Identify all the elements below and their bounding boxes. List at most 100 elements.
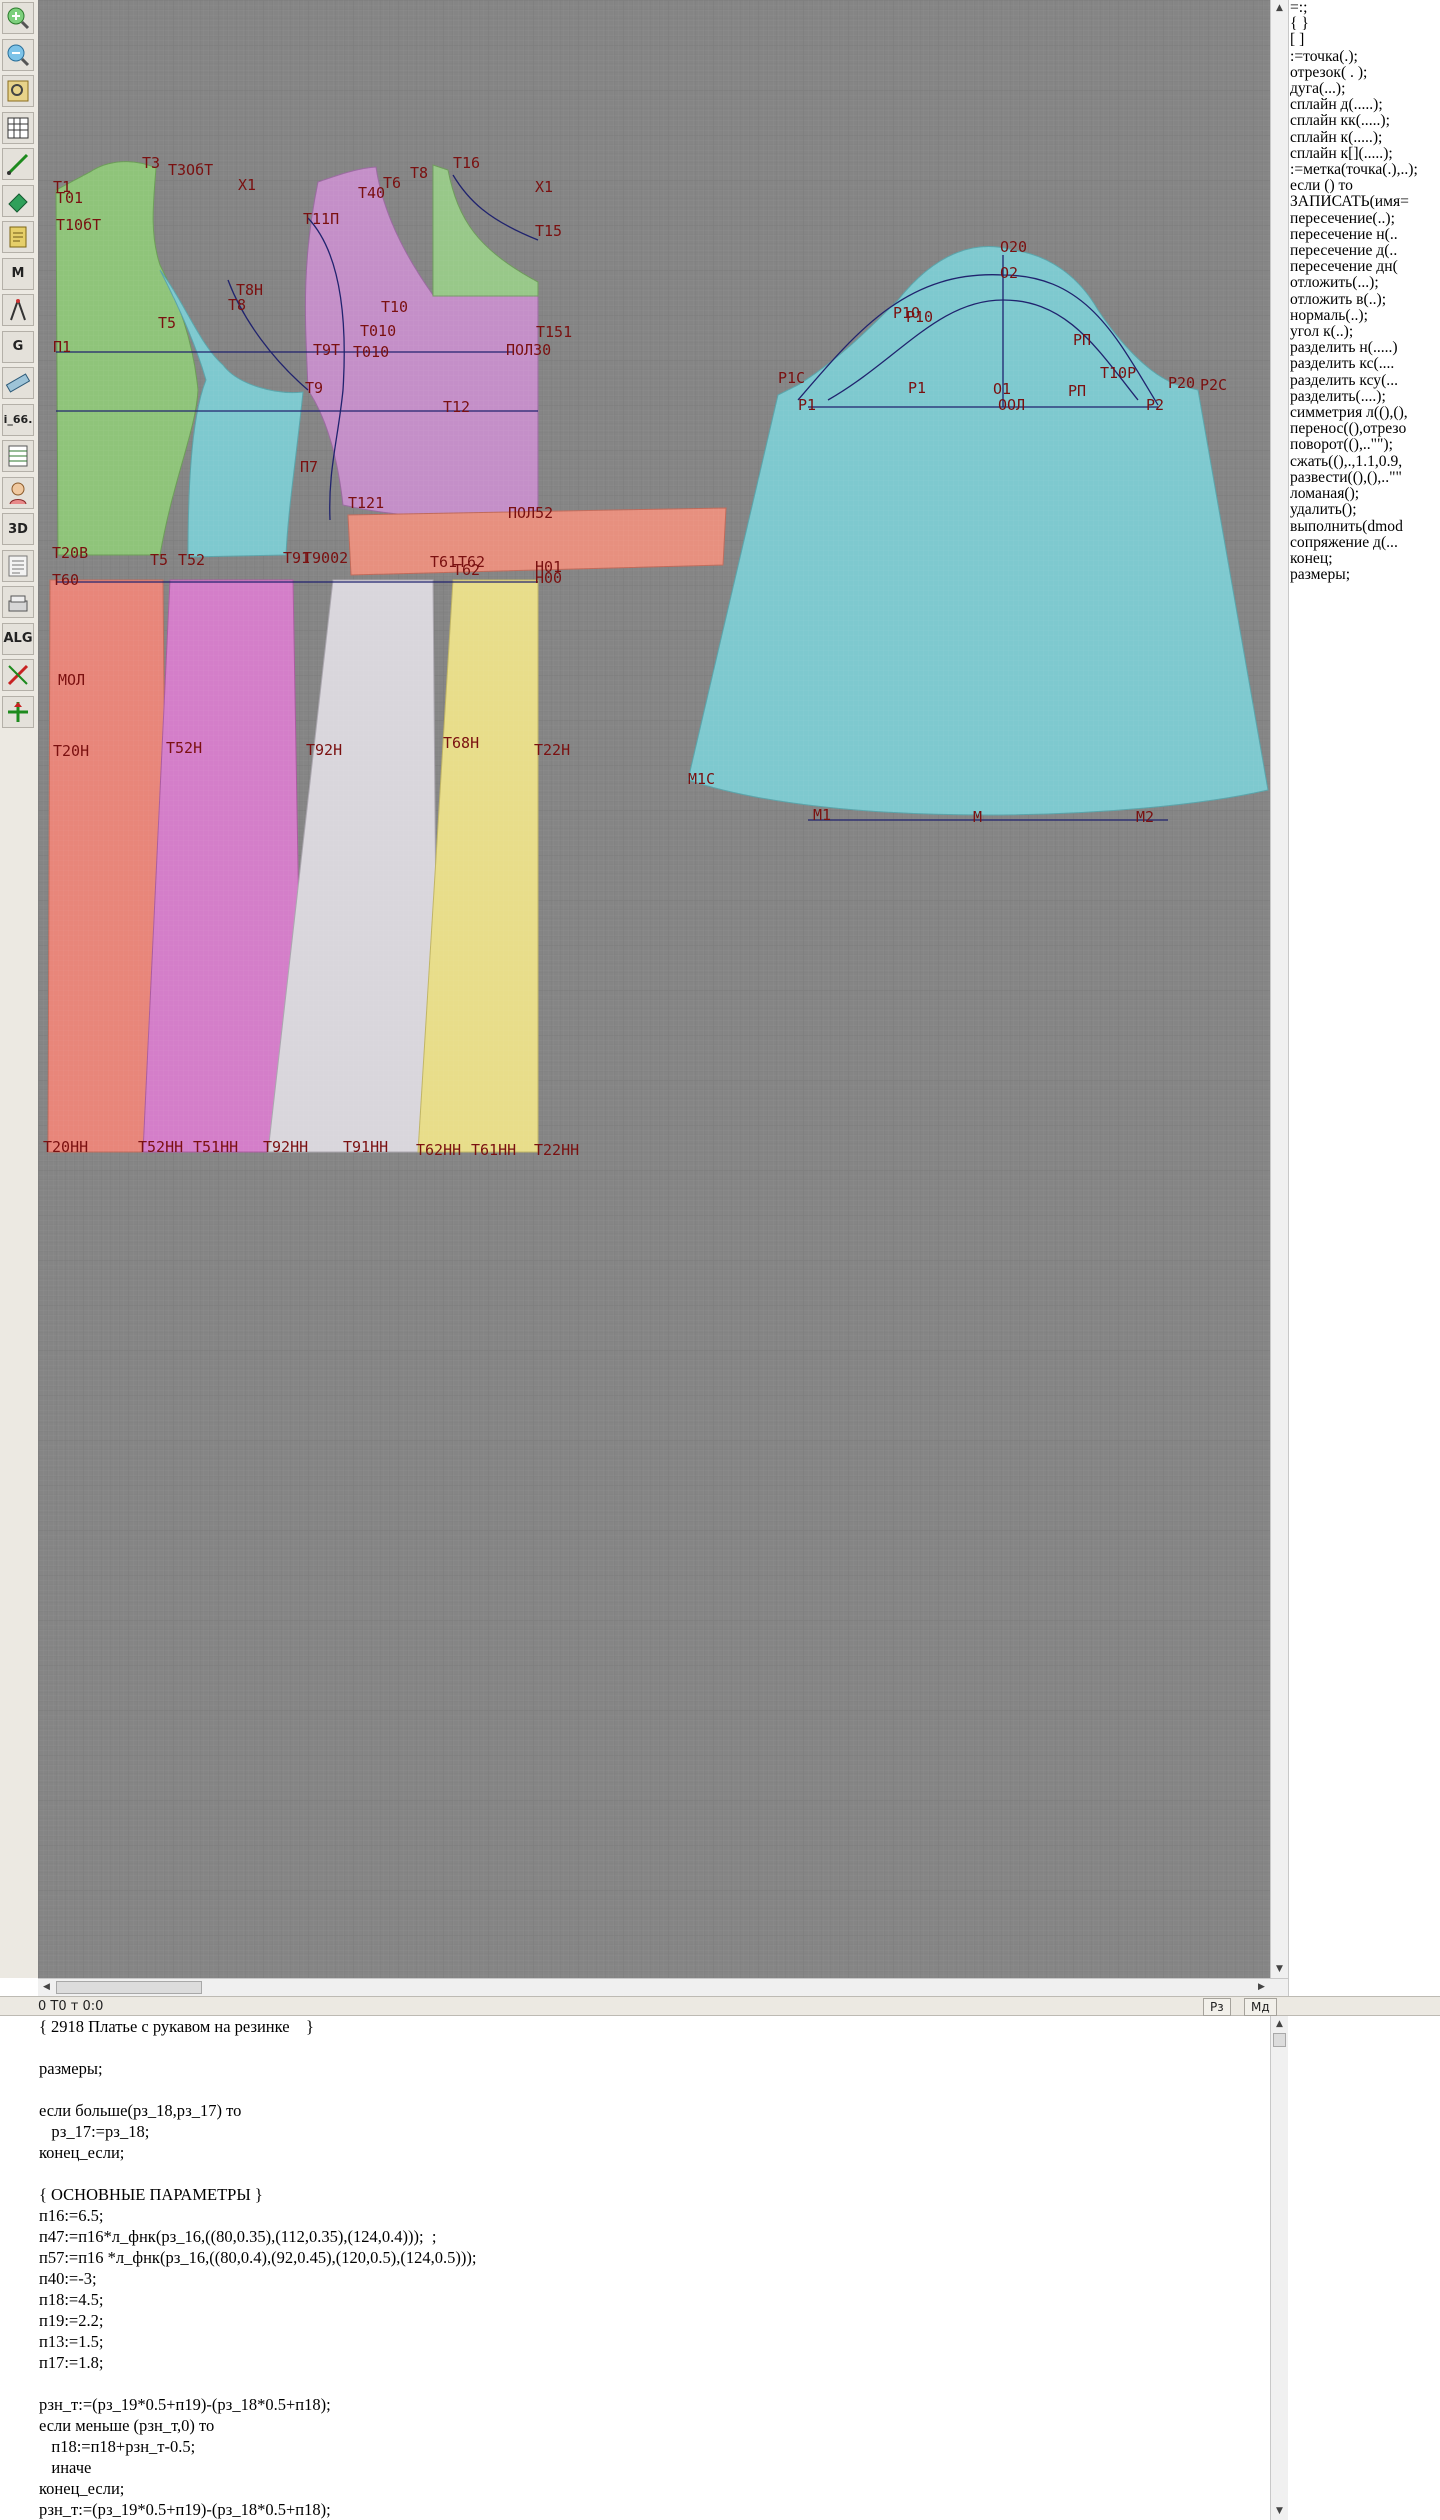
scroll-up-arrow-icon[interactable]: ▲ (1273, 2, 1286, 15)
3d-view-icon[interactable]: 3D (2, 513, 34, 545)
gradation-icon[interactable]: G (2, 330, 34, 363)
code-line[interactable] (38, 2163, 1288, 2184)
editor-scroll-up-arrow-icon[interactable]: ▲ (1273, 2018, 1286, 2031)
code-line[interactable]: иначе (38, 2457, 1288, 2478)
eraser-icon[interactable] (2, 184, 34, 217)
mannequin-icon[interactable] (2, 476, 34, 509)
command-item[interactable]: сплайн к[](.....); (1289, 145, 1440, 162)
zoom-in-icon[interactable] (2, 2, 34, 34)
command-item[interactable]: ломаная(); (1289, 485, 1440, 502)
command-item[interactable]: пересечение(..); (1289, 210, 1440, 227)
size-label[interactable]: i_66. (2, 403, 34, 436)
horizontal-scroll-thumb[interactable] (56, 1981, 202, 1994)
command-item[interactable]: размеры; (1289, 566, 1440, 583)
command-item[interactable]: симметрия л((),(), (1289, 404, 1440, 421)
command-item[interactable]: пересечение дн( (1289, 259, 1440, 275)
command-item[interactable]: пересечение н(.. (1289, 226, 1440, 243)
command-item[interactable]: { } (1289, 16, 1440, 32)
editor-scroll-down-arrow-icon[interactable]: ▼ (1273, 2505, 1286, 2518)
command-item[interactable]: нормаль(..); (1289, 307, 1440, 324)
pattern-canvas[interactable]: Т3 Т3ОбТ Т1 Т01 Т10бТ Х1 Т6 Т40 Т8 Т16 Х… (38, 0, 1270, 1978)
code-editor[interactable]: { 2918 Платье с рукавом на резинке } разм… (38, 2016, 1288, 2520)
command-item[interactable]: =:; (1289, 0, 1440, 16)
command-item[interactable]: дуга(...); (1289, 80, 1440, 97)
grid-icon[interactable] (2, 111, 34, 144)
command-item[interactable]: сплайн д(.....); (1289, 97, 1440, 113)
editor-vertical-scrollbar[interactable]: ▲ ▼ (1270, 2016, 1288, 2520)
point-label: Х1 (535, 178, 553, 196)
list-icon[interactable] (2, 549, 34, 582)
code-line[interactable]: п17:=1.8; (38, 2352, 1288, 2373)
command-item[interactable]: пересечение д(.. (1289, 242, 1440, 259)
command-item[interactable]: если () то (1289, 178, 1440, 194)
command-item[interactable]: ЗАПИСАТЬ(имя= (1289, 194, 1440, 210)
code-line[interactable]: рзн_т:=(рз_19*0.5+п19)-(рз_18*0.5+п18); (38, 2499, 1288, 2520)
editor-scroll-thumb[interactable] (1273, 2033, 1286, 2047)
command-item[interactable]: сплайн кк(.....); (1289, 113, 1440, 129)
command-item[interactable]: разделить кс(.... (1289, 356, 1440, 372)
code-line[interactable] (38, 2373, 1288, 2394)
command-item[interactable]: разделить н(.....) (1289, 340, 1440, 356)
code-line[interactable]: п19:=2.2; (38, 2310, 1288, 2331)
command-item[interactable]: отложить в(..); (1289, 291, 1440, 308)
pattern-drawing[interactable]: Т3 Т3ОбТ Т1 Т01 Т10бТ Х1 Т6 Т40 Т8 Т16 Х… (38, 0, 1270, 1978)
table-icon[interactable] (2, 440, 34, 472)
scroll-left-arrow-icon[interactable]: ◀ (40, 1981, 53, 1994)
command-item[interactable]: конец; (1289, 550, 1440, 567)
ruler-icon[interactable] (2, 367, 34, 399)
command-item[interactable]: :=точка(.); (1289, 48, 1440, 65)
arrow-tool-icon[interactable] (2, 695, 34, 728)
command-item[interactable]: разделить(....); (1289, 388, 1440, 405)
command-item[interactable]: угол к(..); (1289, 323, 1440, 340)
code-line[interactable]: { ОСНОВНЫЕ ПАРАМЕТРЫ } (38, 2184, 1288, 2205)
command-item[interactable]: удалить(); (1289, 502, 1440, 518)
command-list-panel[interactable]: =:;{ }[ ]:=точка(.); отрезок( . ); дуга(..… (1288, 0, 1440, 1996)
command-item[interactable]: поворот((),..""); (1289, 437, 1440, 453)
code-line[interactable]: п57:=п16 *л_фнк(рз_16,((80,0.4),(92,0.45… (38, 2247, 1288, 2268)
command-item[interactable]: отрезок( . ); (1289, 64, 1440, 81)
sizes-button[interactable]: Рз (1203, 1998, 1231, 2016)
command-item[interactable]: сопряжение д(... (1289, 534, 1440, 551)
code-line[interactable]: п18:=4.5; (38, 2289, 1288, 2310)
code-line[interactable]: конец_если; (38, 2478, 1288, 2499)
code-line[interactable]: рз_17:=рз_18; (38, 2121, 1288, 2142)
command-item[interactable]: разделить ксу(... (1289, 372, 1440, 389)
code-line[interactable]: { 2918 Платье с рукавом на резинке } (38, 2016, 1288, 2037)
zoom-window-icon[interactable] (2, 75, 34, 107)
code-line[interactable]: если больше(рз_18,рз_17) то (38, 2100, 1288, 2121)
scroll-right-arrow-icon[interactable]: ▶ (1255, 1981, 1268, 1994)
code-line[interactable]: п13:=1.5; (38, 2331, 1288, 2352)
code-line[interactable]: п16:=6.5; (38, 2205, 1288, 2226)
code-line[interactable]: размеры; (38, 2058, 1288, 2079)
command-item[interactable]: сплайн к(.....); (1289, 129, 1440, 146)
line-tool-icon[interactable] (2, 148, 34, 180)
code-line[interactable] (38, 2037, 1288, 2058)
canvas-vertical-scrollbar[interactable]: ▲ ▼ (1270, 0, 1288, 1978)
command-item[interactable]: :=метка(точка(.),..); (1289, 161, 1440, 178)
command-item[interactable]: сжать((),.,1.1,0.9, (1289, 453, 1440, 470)
command-item[interactable]: развести((),(),.."" (1289, 469, 1440, 486)
model-button[interactable]: Мд (1244, 1998, 1277, 2016)
stack-icon[interactable] (2, 586, 34, 618)
notepad-icon[interactable] (2, 221, 34, 253)
code-line[interactable]: п40:=-3; (38, 2268, 1288, 2289)
code-line[interactable]: п47:=п16*л_фнк(рз_16,((80,0.35),(112,0.3… (38, 2226, 1288, 2247)
zoom-out-icon[interactable] (2, 38, 34, 71)
compass-icon[interactable] (2, 294, 34, 326)
point-label: Т5 (150, 551, 168, 569)
command-item[interactable]: отложить(...); (1289, 275, 1440, 291)
code-line[interactable]: рзн_т:=(рз_19*0.5+п19)-(рз_18*0.5+п18); (38, 2394, 1288, 2415)
code-line[interactable]: если меньше (рзн_т,0) то (38, 2415, 1288, 2436)
code-line[interactable] (38, 2079, 1288, 2100)
point-label: Т8Н (236, 281, 263, 299)
command-item[interactable]: [ ] (1289, 32, 1440, 48)
command-item[interactable]: перенос((),отрезо (1289, 421, 1440, 437)
cut-icon[interactable] (2, 659, 34, 691)
scroll-down-arrow-icon[interactable]: ▼ (1273, 1963, 1286, 1976)
measure-icon[interactable]: M (2, 257, 34, 290)
algorithm-icon[interactable]: ALG (2, 622, 34, 655)
command-item[interactable]: выполнить(dmod (1289, 518, 1440, 535)
code-line[interactable]: п18:=п18+рзн_т-0.5; (38, 2436, 1288, 2457)
code-line[interactable]: конец_если; (38, 2142, 1288, 2163)
canvas-horizontal-scrollbar[interactable]: ◀ ▶ (38, 1978, 1288, 1996)
